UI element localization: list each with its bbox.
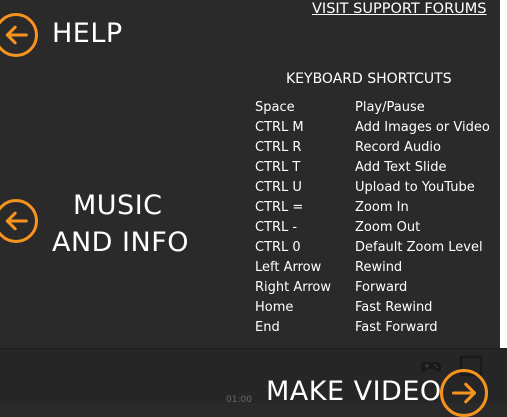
shortcut-action: Play/Pause [355, 100, 425, 115]
shortcut-action: Fast Rewind [355, 300, 433, 315]
shortcut-action: Default Zoom Level [355, 240, 483, 255]
forward-arrow-icon[interactable] [440, 369, 488, 417]
make-video-label[interactable]: MAKE VIDEO [266, 376, 442, 407]
back-arrow-icon[interactable] [0, 199, 38, 243]
shortcut-action: Add Images or Video [355, 120, 490, 135]
music-and-info-label-line1[interactable]: MUSIC [73, 190, 163, 221]
music-and-info-label-line2[interactable]: AND INFO [52, 227, 189, 258]
shortcut-action: Zoom Out [355, 220, 421, 235]
shortcuts-title: KEYBOARD SHORTCUTS [286, 71, 452, 87]
help-label[interactable]: HELP [52, 18, 123, 49]
visit-support-forums-link[interactable]: VISIT SUPPORT FORUMS [312, 1, 487, 17]
shortcut-action: Add Text Slide [355, 160, 447, 175]
shortcut-key: Right Arrow [255, 280, 332, 295]
shortcut-key: CTRL M [255, 120, 304, 135]
shortcut-key: CTRL = [255, 200, 304, 215]
shortcut-action: Record Audio [355, 140, 441, 155]
back-arrow-icon[interactable] [0, 13, 38, 57]
window-edge [500, 0, 507, 402]
shortcut-key: CTRL R [255, 140, 302, 155]
shortcut-action: Fast Forward [355, 320, 438, 335]
shortcut-key: CTRL T [255, 160, 301, 175]
shortcut-action: Zoom In [355, 200, 409, 215]
shortcut-key: Left Arrow [255, 260, 322, 275]
timecode: 01:00 [226, 395, 252, 405]
shortcut-key: CTRL U [255, 180, 302, 195]
shortcut-action: Upload to YouTube [355, 180, 475, 195]
shortcut-key: End [255, 320, 280, 335]
shortcut-action: Rewind [355, 260, 403, 275]
shortcut-key: Home [255, 300, 294, 315]
gamepad-icon[interactable] [419, 354, 443, 378]
shortcut-key: Space [255, 100, 295, 115]
shortcut-action: Forward [355, 280, 408, 295]
shortcut-key: CTRL 0 [255, 240, 301, 255]
shortcut-key: CTRL - [255, 220, 298, 235]
